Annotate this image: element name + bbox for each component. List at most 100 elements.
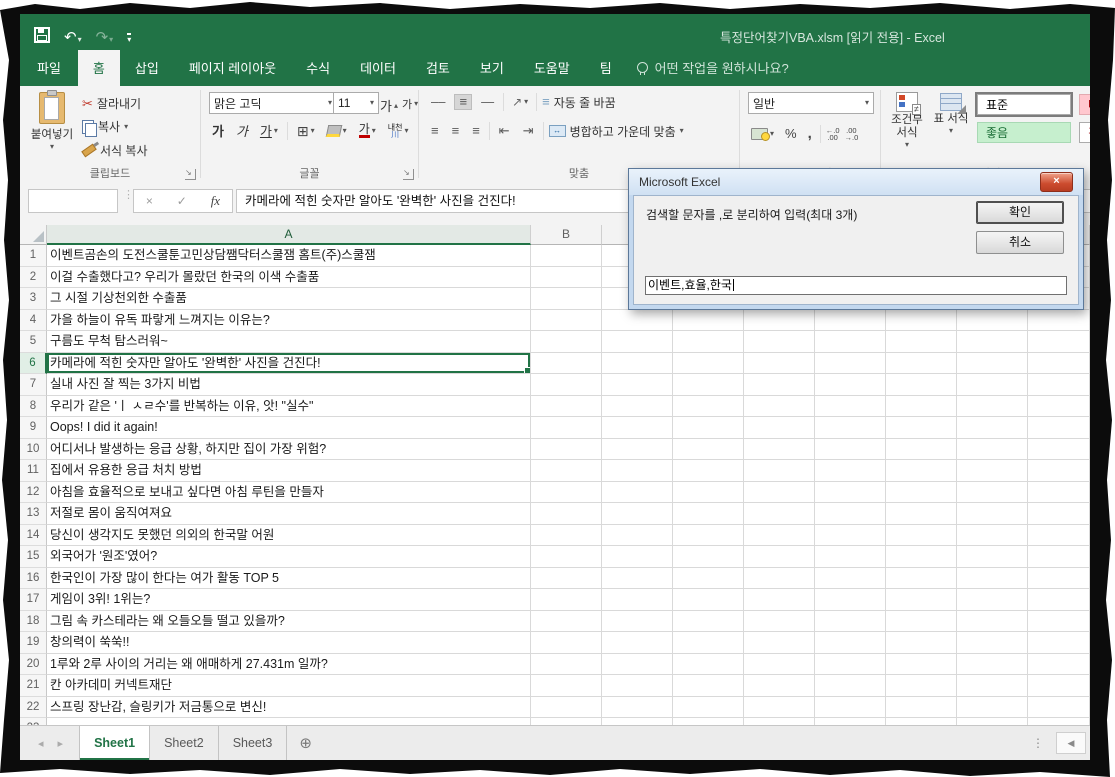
row-header-7[interactable]: 7 bbox=[20, 374, 47, 396]
cell-A1[interactable]: 이벤트곰손의 도전스쿨툰고민상담쨈닥터스쿨잼 홈트(주)스쿨잼 bbox=[47, 245, 531, 267]
grid-cell[interactable] bbox=[815, 353, 886, 375]
tab-team[interactable]: 팀 bbox=[585, 50, 627, 86]
grid-cell[interactable] bbox=[1028, 417, 1090, 439]
cell-A7[interactable]: 실내 사진 잘 찍는 3가지 비법 bbox=[47, 374, 531, 396]
grid-cell[interactable] bbox=[886, 310, 957, 332]
tab-review[interactable]: 검토 bbox=[411, 50, 465, 86]
grid-cell[interactable] bbox=[886, 374, 957, 396]
row-header-12[interactable]: 12 bbox=[20, 482, 47, 504]
cell-A4[interactable]: 가을 하늘이 유독 파랗게 느껴지는 이유는? bbox=[47, 310, 531, 332]
grid-cell[interactable] bbox=[744, 439, 815, 461]
grid-cell[interactable] bbox=[531, 310, 602, 332]
insert-function-button[interactable]: fx bbox=[211, 193, 220, 209]
grid-cell[interactable] bbox=[815, 417, 886, 439]
row-header-6[interactable]: 6 bbox=[20, 353, 47, 375]
grid-cell[interactable] bbox=[531, 654, 602, 676]
grid-cell[interactable] bbox=[957, 546, 1028, 568]
grid-cell[interactable] bbox=[957, 353, 1028, 375]
grid-cell[interactable] bbox=[886, 460, 957, 482]
grid-cell[interactable] bbox=[957, 374, 1028, 396]
horizontal-scrollbar-left-arrow[interactable]: ◀ bbox=[1056, 732, 1086, 754]
grid-cell[interactable] bbox=[744, 589, 815, 611]
grid-cell[interactable] bbox=[1028, 331, 1090, 353]
cell-A11[interactable]: 집에서 유용한 응급 처치 방법 bbox=[47, 460, 531, 482]
row-header-3[interactable]: 3 bbox=[20, 288, 47, 310]
grid-cell[interactable] bbox=[531, 632, 602, 654]
grid-cell[interactable] bbox=[673, 331, 744, 353]
grid-cell[interactable] bbox=[744, 525, 815, 547]
grid-cell[interactable] bbox=[815, 589, 886, 611]
grid-cell[interactable] bbox=[957, 482, 1028, 504]
grid-cell[interactable] bbox=[602, 568, 673, 590]
grid-cell[interactable] bbox=[602, 353, 673, 375]
underline-button[interactable]: 가▾ bbox=[257, 119, 281, 142]
font-dialog-launcher[interactable]: ↘ bbox=[403, 169, 414, 180]
cell-A22[interactable]: 스프링 장난감, 슬링키가 저금통으로 변신! bbox=[47, 697, 531, 719]
grid-cell[interactable] bbox=[815, 525, 886, 547]
grid-cell[interactable] bbox=[815, 546, 886, 568]
grid-cell[interactable] bbox=[1028, 482, 1090, 504]
grid-cell[interactable] bbox=[957, 460, 1028, 482]
grid-cell[interactable] bbox=[744, 460, 815, 482]
cell-A5[interactable]: 구름도 무척 탐스러워~ bbox=[47, 331, 531, 353]
grid-cell[interactable] bbox=[602, 396, 673, 418]
grid-cell[interactable] bbox=[815, 654, 886, 676]
grid-cell[interactable] bbox=[886, 546, 957, 568]
align-bottom-button[interactable]: — bbox=[477, 95, 498, 109]
grid-cell[interactable] bbox=[744, 632, 815, 654]
grid-cell[interactable] bbox=[673, 417, 744, 439]
grid-cell[interactable] bbox=[673, 374, 744, 396]
row-header-20[interactable]: 20 bbox=[20, 654, 47, 676]
paste-button[interactable]: 붙여넣기 ▾ bbox=[28, 92, 76, 150]
grid-cell[interactable] bbox=[531, 417, 602, 439]
cell-A6[interactable]: 카메라에 적힌 숫자만 알아도 '완벽한' 사진을 건진다! bbox=[47, 353, 531, 375]
grid-cell[interactable] bbox=[1028, 675, 1090, 697]
grid-cell[interactable] bbox=[1028, 697, 1090, 719]
font-color-button[interactable]: 가▾ bbox=[356, 121, 379, 140]
grid-cell[interactable] bbox=[602, 675, 673, 697]
grid-cell[interactable] bbox=[744, 417, 815, 439]
grid-cell[interactable] bbox=[815, 697, 886, 719]
cell-A15[interactable]: 외국어가 '원조'였어? bbox=[47, 546, 531, 568]
grid-cell[interactable] bbox=[744, 611, 815, 633]
row-header-21[interactable]: 21 bbox=[20, 675, 47, 697]
grid-cell[interactable] bbox=[815, 568, 886, 590]
ok-button[interactable]: 확인 bbox=[976, 201, 1064, 224]
grid-cell[interactable] bbox=[1028, 396, 1090, 418]
grid-cell[interactable] bbox=[744, 675, 815, 697]
grid-cell[interactable] bbox=[673, 460, 744, 482]
cell-A17[interactable]: 게임이 3위! 1위는? bbox=[47, 589, 531, 611]
decrease-decimal-button[interactable]: .00→.0 bbox=[845, 127, 859, 141]
grid-cell[interactable] bbox=[957, 589, 1028, 611]
cell-A16[interactable]: 한국인이 가장 많이 한다는 여가 활동 TOP 5 bbox=[47, 568, 531, 590]
row-header-10[interactable]: 10 bbox=[20, 439, 47, 461]
grid-cell[interactable] bbox=[531, 482, 602, 504]
grid-cell[interactable] bbox=[673, 482, 744, 504]
grid-cell[interactable] bbox=[744, 546, 815, 568]
tab-formulas[interactable]: 수식 bbox=[291, 50, 345, 86]
grid-cell[interactable] bbox=[602, 503, 673, 525]
cell-A10[interactable]: 어디서나 발생하는 응급 상황, 하지만 집이 가장 위험? bbox=[47, 439, 531, 461]
grid-cell[interactable] bbox=[531, 697, 602, 719]
tab-view[interactable]: 보기 bbox=[465, 50, 519, 86]
dialog-text-input[interactable]: 이벤트,효율,한국 bbox=[645, 276, 1067, 295]
grid-cell[interactable] bbox=[602, 697, 673, 719]
row-header-13[interactable]: 13 bbox=[20, 503, 47, 525]
grid-cell[interactable] bbox=[673, 675, 744, 697]
increase-indent-button[interactable]: ⇥ bbox=[519, 124, 538, 138]
grid-cell[interactable] bbox=[815, 396, 886, 418]
grid-cell[interactable] bbox=[1028, 546, 1090, 568]
grid-cell[interactable] bbox=[815, 482, 886, 504]
grid-cell[interactable] bbox=[531, 568, 602, 590]
grid-cell[interactable] bbox=[957, 439, 1028, 461]
format-painter-button[interactable]: 서식 복사 bbox=[82, 142, 148, 159]
grid-cell[interactable] bbox=[957, 525, 1028, 547]
fill-color-button[interactable]: ▾ bbox=[324, 123, 350, 139]
row-header-15[interactable]: 15 bbox=[20, 546, 47, 568]
grid-cell[interactable] bbox=[531, 503, 602, 525]
row-header-9[interactable]: 9 bbox=[20, 417, 47, 439]
tab-help[interactable]: 도움말 bbox=[519, 50, 585, 86]
grid-cell[interactable] bbox=[531, 331, 602, 353]
wrap-text-button[interactable]: ≡ 자동 줄 바꿈 bbox=[542, 94, 615, 111]
grid-cell[interactable] bbox=[602, 654, 673, 676]
